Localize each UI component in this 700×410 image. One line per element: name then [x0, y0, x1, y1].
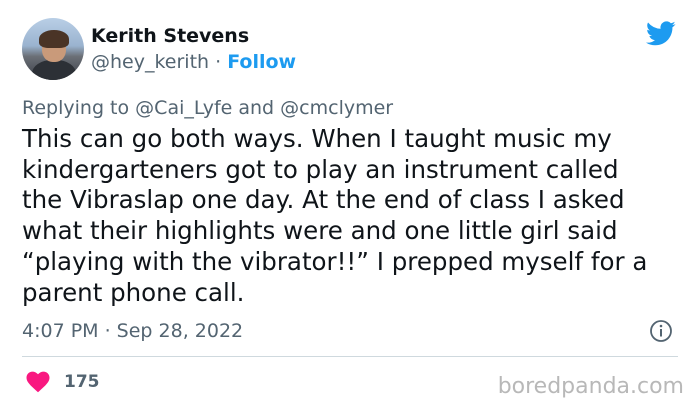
author-handle-row: @hey_kerith · Follow: [91, 50, 296, 74]
replying-conjunction: and: [238, 97, 275, 119]
author-handle[interactable]: @hey_kerith: [91, 51, 209, 73]
reply-mention-cmclymer[interactable]: @cmclymer: [280, 97, 393, 119]
watermark: boredpanda.com: [497, 374, 684, 399]
avatar-figure-hair: [39, 30, 69, 48]
avatar[interactable]: [22, 18, 84, 80]
twitter-bird-icon[interactable]: [644, 18, 678, 48]
replying-to: Replying to @Cai_Lyfe and @cmclymer: [22, 96, 393, 120]
divider: [22, 356, 678, 357]
tweet-text-line: This can go both ways. When I taught mus…: [22, 124, 612, 153]
like-count: 175: [64, 372, 100, 392]
tweet-text-line: kindergarteners got to play an instrumen…: [22, 154, 619, 184]
avatar-figure-body: [32, 60, 76, 80]
follow-button[interactable]: Follow: [227, 51, 296, 73]
tweet-text: This can go both ways. When I taught mus…: [22, 124, 682, 308]
tweet-text-line: the Vibraslap one day. At the end of cla…: [22, 185, 625, 215]
tweet-text-line: “playing with the vibrator!!” I prepped …: [22, 246, 648, 276]
handle-separator: ·: [215, 51, 222, 73]
tweet-timestamp[interactable]: 4:07 PM · Sep 28, 2022: [22, 319, 243, 343]
tweet-text-line: what their highlights were and one littl…: [22, 216, 618, 246]
heart-icon[interactable]: [26, 371, 50, 393]
author-name[interactable]: Kerith Stevens: [91, 24, 249, 48]
replying-prefix: Replying to: [22, 97, 130, 119]
reply-mention-cai-lyfe[interactable]: @Cai_Lyfe: [135, 97, 232, 119]
info-icon[interactable]: [649, 319, 673, 343]
tweet-text-line: parent phone call.: [22, 277, 245, 307]
tweet-card: Kerith Stevens @hey_kerith · Follow Repl…: [0, 0, 700, 410]
